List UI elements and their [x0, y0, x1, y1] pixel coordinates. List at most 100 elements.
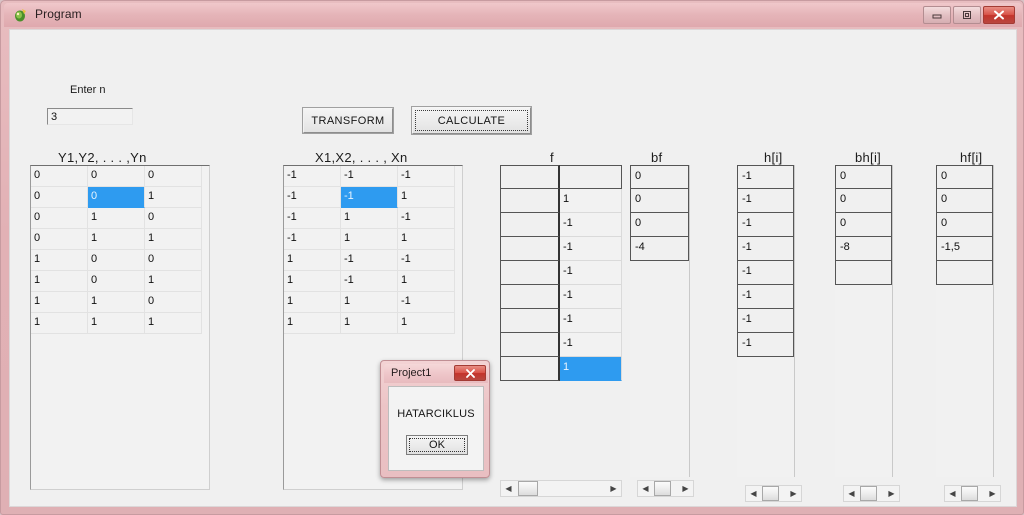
table-cell[interactable]: 1: [398, 187, 455, 208]
table-cell[interactable]: 1: [31, 271, 88, 292]
table-cell[interactable]: -1: [560, 261, 622, 285]
table-row[interactable]: -1: [500, 213, 622, 237]
table-cell[interactable]: -1: [737, 213, 794, 237]
table-row[interactable]: -1: [737, 333, 794, 357]
table-cell[interactable]: 1: [31, 292, 88, 313]
table-row[interactable]: 0: [630, 213, 689, 237]
table-cell[interactable]: [500, 237, 560, 261]
table-cell[interactable]: -1: [341, 166, 398, 187]
table-row[interactable]: 0: [835, 213, 892, 237]
table-cell[interactable]: -1: [560, 237, 622, 261]
table-cell[interactable]: 0: [88, 271, 145, 292]
table-cell[interactable]: [500, 261, 560, 285]
dialog-title-bar[interactable]: Project1: [384, 364, 488, 383]
table-cell[interactable]: 1: [560, 357, 622, 381]
table-row[interactable]: -1: [737, 285, 794, 309]
bh-values-grid[interactable]: 0 0 0 -8: [835, 165, 893, 477]
table-cell[interactable]: -1: [737, 285, 794, 309]
table-cell[interactable]: -1: [560, 285, 622, 309]
table-row[interactable]: -1: [500, 237, 622, 261]
table-cell[interactable]: 1: [341, 313, 398, 334]
enter-n-input[interactable]: [47, 108, 133, 125]
table-cell[interactable]: 0: [88, 166, 145, 187]
table-row[interactable]: 110: [31, 292, 209, 313]
h-hscrollbar[interactable]: ◀ ▶: [745, 485, 802, 502]
table-cell[interactable]: 1: [145, 313, 202, 334]
table-cell[interactable]: 0: [835, 189, 892, 213]
table-cell[interactable]: 0: [835, 213, 892, 237]
table-cell[interactable]: 1: [145, 187, 202, 208]
table-cell[interactable]: 0: [145, 250, 202, 271]
table-cell[interactable]: 1: [88, 313, 145, 334]
table-row[interactable]: -1,5: [936, 237, 993, 261]
table-cell[interactable]: -1: [398, 292, 455, 313]
table-cell[interactable]: -1: [737, 309, 794, 333]
table-row[interactable]: 001: [31, 187, 209, 208]
table-cell[interactable]: 0: [88, 250, 145, 271]
table-row[interactable]: 111: [284, 313, 462, 334]
table-row[interactable]: -1: [737, 189, 794, 213]
table-cell[interactable]: -1: [737, 189, 794, 213]
table-cell[interactable]: 1: [398, 229, 455, 250]
table-cell[interactable]: [500, 357, 560, 381]
table-cell[interactable]: 1: [284, 313, 341, 334]
bf-hscrollbar[interactable]: ◀ ▶: [637, 480, 694, 497]
table-cell[interactable]: 0: [835, 165, 892, 189]
table-row[interactable]: -1 -1 1: [284, 187, 462, 208]
scroll-right-icon[interactable]: ▶: [985, 486, 1000, 501]
table-cell[interactable]: 1: [145, 271, 202, 292]
table-cell[interactable]: [560, 165, 622, 189]
scroll-right-icon[interactable]: ▶: [884, 486, 899, 501]
bf-values-grid[interactable]: 0 0 0 -4: [630, 165, 690, 477]
table-cell[interactable]: 1: [88, 292, 145, 313]
table-row[interactable]: 0: [936, 189, 993, 213]
table-cell[interactable]: 1: [398, 313, 455, 334]
table-row[interactable]: 000: [31, 166, 209, 187]
table-row[interactable]: 0: [936, 165, 993, 189]
table-cell[interactable]: -1: [284, 208, 341, 229]
scroll-thumb[interactable]: [654, 481, 671, 496]
table-row[interactable]: -1: [500, 309, 622, 333]
table-cell[interactable]: -4: [630, 237, 689, 261]
table-cell[interactable]: [500, 189, 560, 213]
table-row[interactable]: 0: [835, 189, 892, 213]
table-cell[interactable]: -1: [341, 271, 398, 292]
table-cell[interactable]: [835, 261, 892, 285]
scroll-track[interactable]: [960, 486, 985, 501]
table-row[interactable]: -1: [500, 333, 622, 357]
bh-hscrollbar[interactable]: ◀ ▶: [843, 485, 900, 502]
table-cell[interactable]: 1: [145, 229, 202, 250]
scroll-thumb[interactable]: [762, 486, 779, 501]
table-cell[interactable]: 1: [284, 292, 341, 313]
table-cell[interactable]: 0: [145, 292, 202, 313]
table-row[interactable]: [500, 165, 622, 189]
table-row[interactable]: -1 1 1: [284, 229, 462, 250]
table-cell[interactable]: 0: [630, 213, 689, 237]
table-cell[interactable]: [500, 165, 560, 189]
table-row[interactable]: [936, 261, 993, 285]
minimize-button[interactable]: [923, 6, 951, 24]
table-row[interactable]: 011: [31, 229, 209, 250]
table-cell[interactable]: 0: [31, 187, 88, 208]
table-row[interactable]: -8: [835, 237, 892, 261]
f-values-grid[interactable]: 1 -1 -1 -1 -1 -1 -1 1: [500, 165, 622, 477]
table-cell[interactable]: -1: [341, 250, 398, 271]
table-cell[interactable]: 0: [88, 187, 145, 208]
table-cell[interactable]: [936, 261, 993, 285]
f-hscrollbar[interactable]: ◀ ▶: [500, 480, 622, 497]
scroll-thumb[interactable]: [961, 486, 978, 501]
table-row[interactable]: 0: [630, 189, 689, 213]
table-row[interactable]: -1: [737, 165, 794, 189]
table-cell[interactable]: -1: [560, 333, 622, 357]
table-row[interactable]: 1 1 -1: [284, 292, 462, 313]
table-row[interactable]: 1: [500, 189, 622, 213]
table-row[interactable]: 1 -1 -1: [284, 250, 462, 271]
table-cell[interactable]: 1: [398, 271, 455, 292]
scroll-track[interactable]: [859, 486, 884, 501]
table-cell[interactable]: 0: [936, 165, 993, 189]
table-cell[interactable]: -1: [341, 187, 398, 208]
table-row[interactable]: -1: [737, 309, 794, 333]
table-row[interactable]: -1 -1 -1: [284, 166, 462, 187]
scroll-track[interactable]: [516, 481, 606, 496]
maximize-button[interactable]: [953, 6, 981, 24]
